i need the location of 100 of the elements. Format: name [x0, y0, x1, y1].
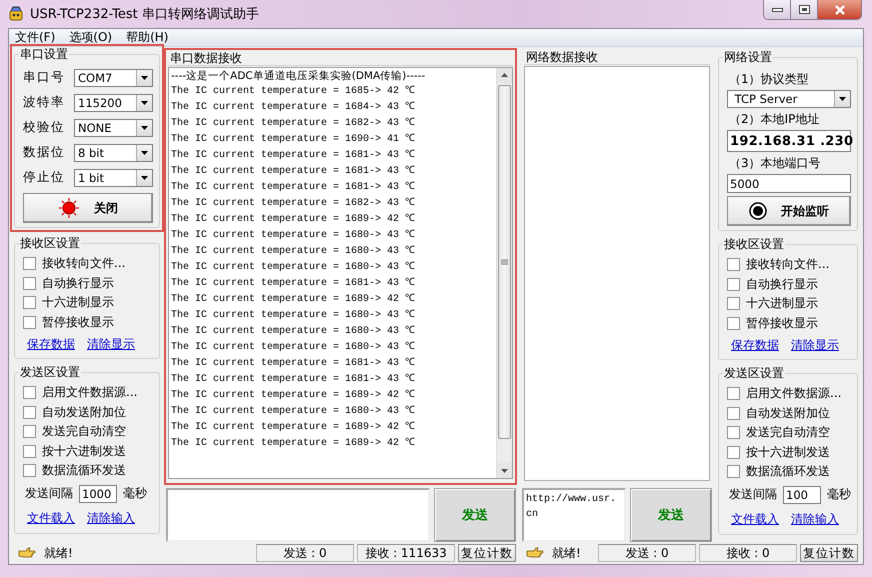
interval-input[interactable]: 100	[783, 486, 821, 504]
scroll-down-button[interactable]	[497, 463, 512, 478]
log-line: The IC current temperature = 1681-> 43 ℃	[171, 180, 416, 195]
checkbox-label: 暂停接收显示	[746, 314, 818, 332]
group-title: 串口数据接收	[168, 50, 513, 66]
caret-icon	[136, 94, 152, 110]
grip-icon	[501, 259, 508, 265]
log-line: The IC current temperature = 1689-> 42 ℃	[171, 420, 416, 435]
group-title: 发送区设置	[723, 365, 785, 382]
log-line: The IC current temperature = 1681-> 43 ℃	[171, 148, 416, 163]
log-line: The IC current temperature = 1689-> 42 ℃	[171, 436, 416, 451]
port-toggle-button[interactable]: 关闭	[23, 193, 153, 223]
text-link[interactable]: 文件载入	[27, 510, 75, 527]
log-line: The IC current temperature = 1680-> 43 ℃	[171, 404, 416, 419]
checkbox[interactable]	[23, 316, 36, 329]
send-input[interactable]	[166, 488, 430, 542]
text-link[interactable]: 清除显示	[791, 336, 839, 354]
group-title: 网络设置	[723, 49, 773, 66]
dropdown[interactable]: COM7	[74, 68, 153, 86]
caret-icon	[136, 144, 152, 160]
checkbox[interactable]	[23, 386, 36, 400]
log-line: The IC current temperature = 1689-> 42 ℃	[171, 388, 416, 403]
checkbox[interactable]	[23, 276, 36, 290]
text-link[interactable]: 清除输入	[791, 511, 839, 528]
dropdown[interactable]: NONE	[74, 118, 153, 136]
minimize-icon	[772, 8, 782, 12]
checkbox-label: 自动发送附加位	[746, 404, 830, 422]
checkbox-label: 启用文件数据源...	[746, 385, 842, 402]
sent-counter: 发送 : 0	[598, 544, 696, 562]
close-icon	[834, 4, 846, 14]
checkbox[interactable]	[23, 296, 36, 310]
dropdown[interactable]: 8 bit	[74, 144, 153, 162]
checkbox[interactable]	[727, 387, 740, 400]
caret-icon	[834, 91, 850, 107]
checkbox[interactable]	[727, 406, 740, 420]
log-line: The IC current temperature = 1685-> 42 ℃	[171, 84, 416, 99]
sent-counter: 发送 : 0	[256, 544, 354, 562]
checkbox[interactable]	[727, 426, 740, 440]
dropdown[interactable]: 1 bit	[74, 168, 153, 186]
checkbox-label: 接收转向文件...	[42, 255, 126, 272]
reset-count-button[interactable]: 复位计数	[800, 544, 858, 562]
received-counter: 接收 : 111633	[357, 544, 455, 562]
text-link[interactable]: 清除输入	[87, 510, 135, 527]
minimize-button[interactable]	[764, 0, 791, 19]
field-label: 停止位	[23, 169, 66, 186]
maximize-icon	[798, 5, 810, 14]
log-line: The IC current temperature = 1680-> 43 ℃	[171, 324, 416, 339]
log-line: The IC current temperature = 1680-> 43 ℃	[171, 244, 416, 259]
window-title: USR-TCP232-Test 串口转网络调试助手	[30, 6, 259, 23]
send-input[interactable]: http://www.usr.cn	[522, 488, 626, 542]
text-link[interactable]: 文件载入	[731, 511, 779, 528]
text-link[interactable]: 保存数据	[731, 336, 779, 354]
log-line: The IC current temperature = 1681-> 43 ℃	[171, 164, 416, 179]
checkbox[interactable]	[727, 258, 740, 272]
checkbox[interactable]	[23, 444, 36, 458]
checkbox-label: 十六进制显示	[746, 295, 818, 312]
scrollbar[interactable]	[496, 68, 512, 478]
field-label: 串口号	[23, 69, 66, 86]
listen-button[interactable]: 开始监听	[727, 196, 851, 226]
checkbox-label: 自动发送附加位	[42, 404, 126, 421]
checkbox[interactable]	[727, 278, 740, 291]
field-label: 数据位	[23, 144, 66, 161]
maximize-button[interactable]	[791, 0, 818, 19]
checkbox[interactable]	[727, 446, 740, 459]
log-line: The IC current temperature = 1681-> 43 ℃	[171, 276, 416, 291]
reset-count-button[interactable]: 复位计数	[458, 544, 516, 562]
scroll-thumb[interactable]	[498, 85, 511, 439]
field-label: （3）本地端口号	[728, 155, 822, 172]
ip-address-field[interactable]: 192.168.31 .230	[727, 130, 851, 152]
send-button[interactable]: 发送	[630, 488, 712, 542]
menu-item[interactable]: 帮助(H)	[126, 29, 168, 46]
field-label: （1）协议类型	[728, 71, 810, 88]
checkbox[interactable]	[727, 316, 740, 330]
checkbox[interactable]	[727, 465, 740, 478]
checkbox[interactable]	[23, 425, 36, 438]
dropdown[interactable]: TCP Server	[727, 90, 851, 108]
close-button[interactable]	[818, 0, 861, 19]
scroll-up-button[interactable]	[497, 68, 512, 83]
caret-icon	[136, 120, 152, 136]
interval-input[interactable]: 1000	[79, 484, 117, 502]
send-button[interactable]: 发送	[434, 488, 516, 542]
checkbox-label: 按十六进制发送	[42, 442, 126, 460]
checkbox-label: 自动换行显示	[746, 276, 818, 293]
app-icon	[8, 6, 24, 22]
status-text: 就绪!	[44, 544, 73, 562]
unit-label: 毫秒	[123, 485, 147, 502]
checkbox-label: 暂停接收显示	[42, 314, 114, 331]
menu-item[interactable]: 选项(O)	[69, 29, 112, 46]
group-title: 接收区设置	[723, 236, 785, 253]
text-link[interactable]: 保存数据	[27, 336, 75, 352]
checkbox[interactable]	[727, 297, 740, 310]
checkbox[interactable]	[23, 464, 36, 478]
menu-item[interactable]: 文件(F)	[15, 29, 56, 46]
status-text: 就绪!	[552, 544, 581, 562]
port-input[interactable]: 5000	[727, 174, 851, 193]
checkbox[interactable]	[23, 406, 36, 419]
checkbox[interactable]	[23, 257, 36, 270]
field-label: （2）本地IP地址	[728, 111, 820, 128]
dropdown[interactable]: 115200	[74, 94, 153, 112]
text-link[interactable]: 清除显示	[87, 336, 135, 352]
